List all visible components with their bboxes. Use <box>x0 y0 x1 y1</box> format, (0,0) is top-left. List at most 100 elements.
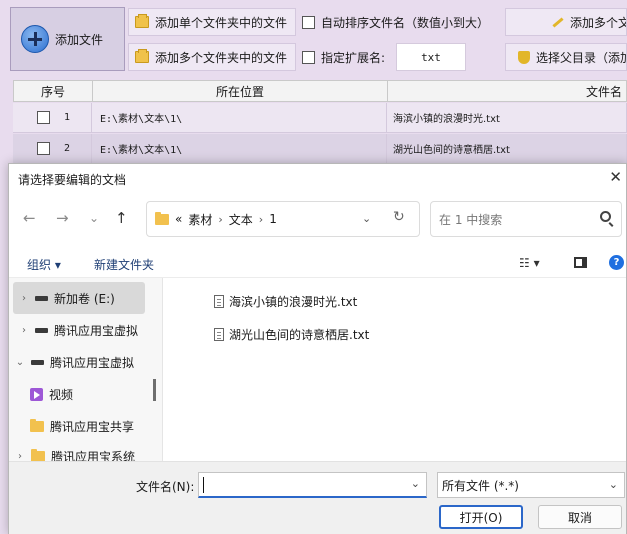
folder-icon <box>155 211 169 225</box>
command-bar: 组织 ▾ 新建文件夹 ☷ ▾ ? <box>9 248 626 278</box>
new-folder-button[interactable]: 新建文件夹 <box>94 256 154 273</box>
table-header: 序号 所在位置 文件名 <box>13 80 627 102</box>
col-location-header[interactable]: 所在位置 <box>93 81 388 101</box>
row-no: 2 <box>64 143 71 154</box>
help-icon[interactable]: ? <box>609 255 624 270</box>
chevron-down-icon[interactable]: ⌄ <box>362 212 371 225</box>
nav-item-drive-e[interactable]: › 新加卷 (E:) <box>13 282 145 314</box>
add-file-label: 添加文件 <box>55 32 104 47</box>
choose-parent-button[interactable]: 选择父目录（添加 <box>505 43 627 71</box>
add-multi-right-button[interactable]: 添加多个文 <box>505 8 627 36</box>
nav-item-label: 腾讯应用宝共享 <box>50 419 135 434</box>
add-multi-folder-label: 添加多个文件夹中的文件 <box>155 50 288 65</box>
search-icon <box>600 211 611 222</box>
add-multi-right-label: 添加多个文 <box>570 15 627 30</box>
row-location: E:\素材\文本\1\ <box>92 103 387 132</box>
video-icon <box>30 387 43 401</box>
breadcrumb-segment[interactable]: 素材 <box>188 211 212 228</box>
nav-item-label: 腾讯应用宝虚拟 <box>50 355 135 370</box>
shield-icon <box>518 50 530 64</box>
add-single-folder-label: 添加单个文件夹中的文件 <box>155 15 288 30</box>
text-file-icon <box>214 295 224 308</box>
search-input[interactable]: 在 1 中搜索 <box>430 201 622 237</box>
row-checkbox[interactable] <box>37 142 50 155</box>
file-type-select[interactable]: 所有文件 (*.*) ⌄ <box>437 472 625 498</box>
address-overflow[interactable]: « <box>175 212 182 226</box>
view-options-icon[interactable]: ☷ ▾ <box>519 256 540 270</box>
ext-option[interactable]: 指定扩展名: <box>302 43 385 71</box>
breadcrumb-segment[interactable]: 1 <box>269 212 277 226</box>
organize-menu[interactable]: 组织 ▾ <box>27 256 61 273</box>
table-row[interactable]: 2 E:\素材\文本\1\ 湖光山色间的诗意栖居.txt <box>13 134 627 164</box>
filename-label: 文件名(N): <box>136 480 195 494</box>
auto-sort-option[interactable]: 自动排序文件名（数值小到大） <box>302 8 489 36</box>
drive-icon <box>35 327 48 333</box>
drive-icon <box>35 295 48 301</box>
row-checkbox[interactable] <box>37 111 50 124</box>
row-no: 1 <box>64 112 71 123</box>
close-icon[interactable]: ✕ <box>609 168 622 186</box>
file-name: 海滨小镇的浪漫时光.txt <box>229 295 358 309</box>
add-multi-folder-button[interactable]: 添加多个文件夹中的文件 <box>128 43 296 71</box>
plus-circle-icon <box>21 25 49 53</box>
file-list-item[interactable]: 湖光山色间的诗意栖居.txt <box>214 326 369 343</box>
back-arrow-icon[interactable]: ← <box>23 209 36 227</box>
preview-pane-icon[interactable] <box>574 257 587 268</box>
expand-caret-icon[interactable]: › <box>13 293 35 304</box>
folder-icon <box>31 448 45 461</box>
dialog-footer: 文件名(N): ⌄ 所有文件 (*.*) ⌄ 打开(O) 取消 <box>9 461 626 534</box>
ext-input[interactable]: txt <box>396 43 466 71</box>
nav-item-video[interactable]: 视频 <box>9 378 162 410</box>
nav-item-virtual-2[interactable]: ⌄ 腾讯应用宝虚拟 <box>9 346 162 378</box>
address-bar[interactable]: « 素材 › 文本 › 1 ⌄ ↻ <box>146 201 420 237</box>
magic-wand-icon <box>550 16 564 28</box>
nav-item-label: 腾讯应用宝系统 <box>51 449 136 462</box>
drive-icon <box>31 359 44 365</box>
col-no-header[interactable]: 序号 <box>14 81 93 101</box>
filename-input[interactable]: ⌄ <box>198 472 427 498</box>
nav-item-system[interactable]: › 腾讯应用宝系统 <box>9 440 162 462</box>
nav-scrollbar[interactable] <box>153 379 156 401</box>
table-row[interactable]: 1 E:\素材\文本\1\ 海滨小镇的浪漫时光.txt <box>13 103 627 133</box>
expand-caret-icon[interactable]: › <box>13 325 35 336</box>
refresh-icon[interactable]: ↻ <box>393 209 405 225</box>
dialog-title: 请选择要编辑的文档 <box>18 173 127 187</box>
open-button[interactable]: 打开(O) <box>439 505 523 529</box>
nav-item-shared[interactable]: 腾讯应用宝共享 <box>9 410 162 442</box>
ext-checkbox[interactable] <box>302 50 315 64</box>
auto-sort-checkbox[interactable] <box>302 15 315 29</box>
cancel-button[interactable]: 取消 <box>538 505 622 529</box>
file-name: 湖光山色间的诗意栖居.txt <box>229 328 370 342</box>
text-cursor <box>203 477 204 493</box>
search-placeholder: 在 1 中搜索 <box>439 212 503 227</box>
nav-item-virtual-1[interactable]: › 腾讯应用宝虚拟 <box>13 314 162 346</box>
row-location: E:\素材\文本\1\ <box>92 134 387 163</box>
file-type-value: 所有文件 (*.*) <box>442 478 519 493</box>
add-single-folder-button[interactable]: 添加单个文件夹中的文件 <box>128 8 296 36</box>
up-arrow-icon[interactable]: ↑ <box>115 209 128 227</box>
folder-icon <box>135 49 149 63</box>
file-list-item[interactable]: 海滨小镇的浪漫时光.txt <box>214 293 357 310</box>
chevron-down-icon[interactable]: ⌄ <box>609 478 618 491</box>
expand-caret-icon[interactable]: › <box>9 451 31 462</box>
folder-icon <box>135 14 149 28</box>
row-filename: 湖光山色间的诗意栖居.txt <box>387 134 627 163</box>
breadcrumb-separator: › <box>218 212 223 226</box>
auto-sort-label: 自动排序文件名（数值小到大） <box>321 15 490 30</box>
nav-item-label: 视频 <box>49 387 74 402</box>
navigation-pane: › 新加卷 (E:) › 腾讯应用宝虚拟 ⌄ 腾讯应用宝虚拟 视频 腾讯应用宝共… <box>9 278 163 461</box>
breadcrumb-separator: › <box>258 212 264 226</box>
recent-locations-icon[interactable]: ⌄ <box>89 211 99 225</box>
breadcrumb-segment[interactable]: 文本 <box>229 211 253 228</box>
expand-caret-icon[interactable]: ⌄ <box>9 357 31 368</box>
forward-arrow-icon[interactable]: → <box>56 209 69 227</box>
chevron-down-icon[interactable]: ⌄ <box>411 477 420 490</box>
open-file-dialog: 请选择要编辑的文档 ✕ ← → ⌄ ↑ « 素材 › 文本 › 1 ⌄ ↻ 在 … <box>8 163 627 534</box>
col-filename-header[interactable]: 文件名 <box>388 81 626 101</box>
add-file-button[interactable]: 添加文件 <box>10 7 125 71</box>
nav-item-label: 新加卷 (E:) <box>54 291 115 306</box>
nav-item-label: 腾讯应用宝虚拟 <box>54 323 139 338</box>
folder-icon <box>30 418 44 432</box>
row-filename: 海滨小镇的浪漫时光.txt <box>387 103 627 132</box>
ext-label: 指定扩展名: <box>321 50 386 65</box>
